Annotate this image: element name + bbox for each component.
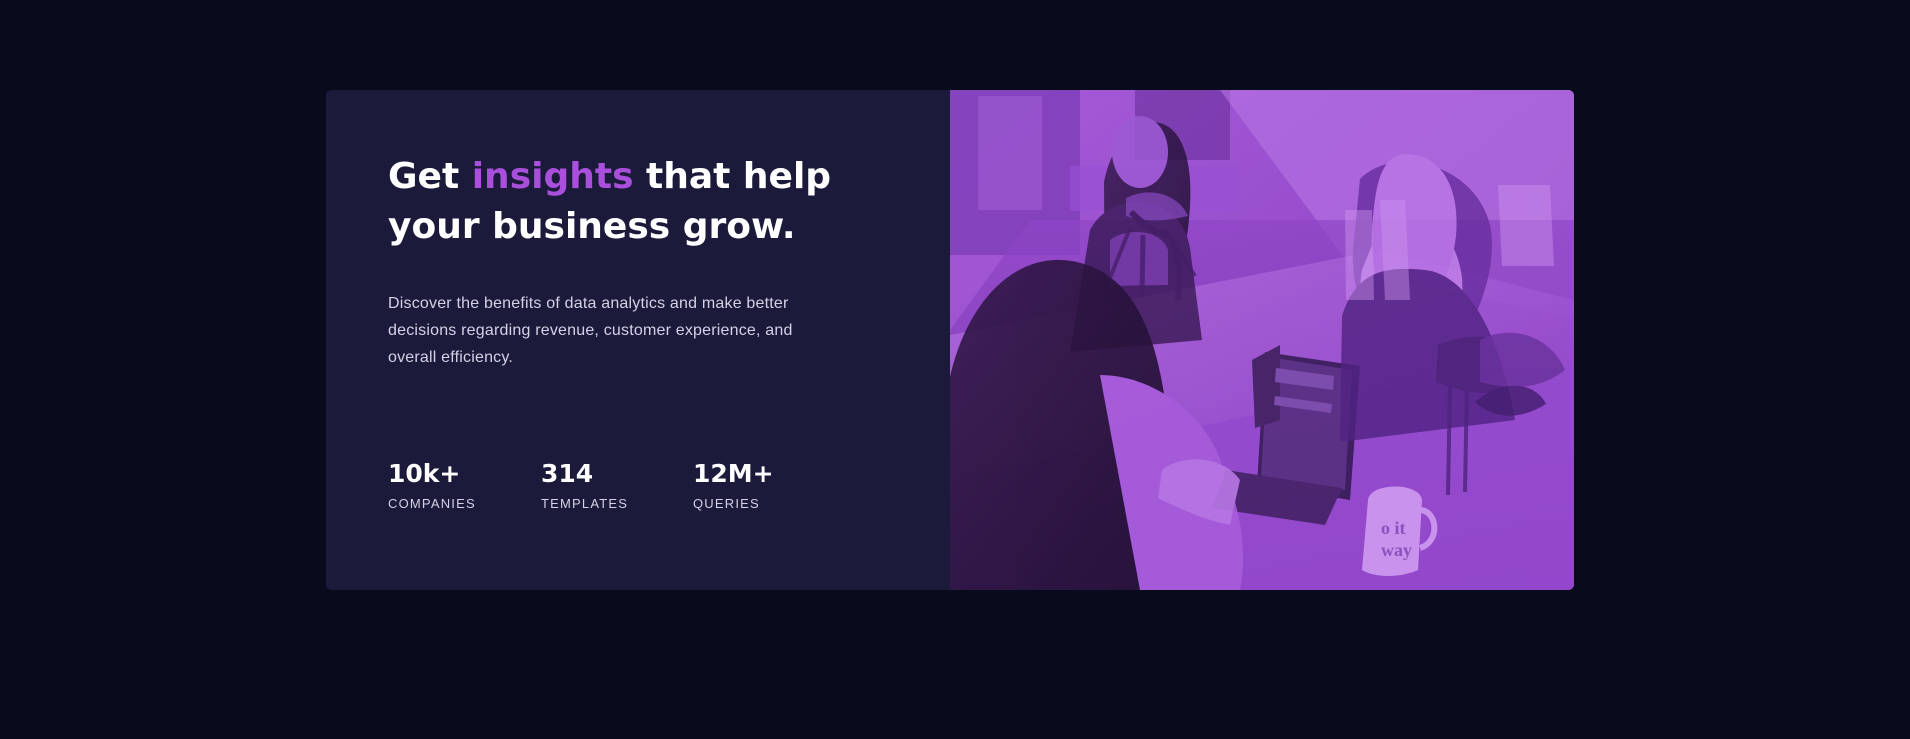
stat-label: TEMPLATES <box>541 496 629 511</box>
stats-row: 10k+ COMPANIES 314 TEMPLATES 12M+ QUERIE… <box>388 459 813 512</box>
stat-label: COMPANIES <box>388 496 476 511</box>
heading-text-before: Get <box>388 156 472 197</box>
stat-value: 10k+ <box>388 459 461 488</box>
stat-queries: 12M+ QUERIES <box>693 459 813 512</box>
office-photo-illustration: o it way <box>950 90 1574 590</box>
heading-accent-insights: insights <box>471 156 634 197</box>
card-content: Get insights that help your business gro… <box>326 90 950 590</box>
mug-text-line-2: way <box>1381 540 1412 560</box>
card-heading: Get insights that help your business gro… <box>388 152 848 252</box>
office-workers-image: o it way <box>950 90 1574 590</box>
stats-preview-card: Get insights that help your business gro… <box>326 90 1574 590</box>
stat-label: QUERIES <box>693 496 760 511</box>
stat-value: 12M+ <box>693 459 774 488</box>
page-background: Get insights that help your business gro… <box>0 0 1910 739</box>
stat-templates: 314 TEMPLATES <box>541 459 693 512</box>
card-description: Discover the benefits of data analytics … <box>388 295 793 366</box>
stat-companies: 10k+ COMPANIES <box>388 459 541 512</box>
mug-text-line-1: o it <box>1381 518 1406 538</box>
stat-value: 314 <box>541 459 594 488</box>
